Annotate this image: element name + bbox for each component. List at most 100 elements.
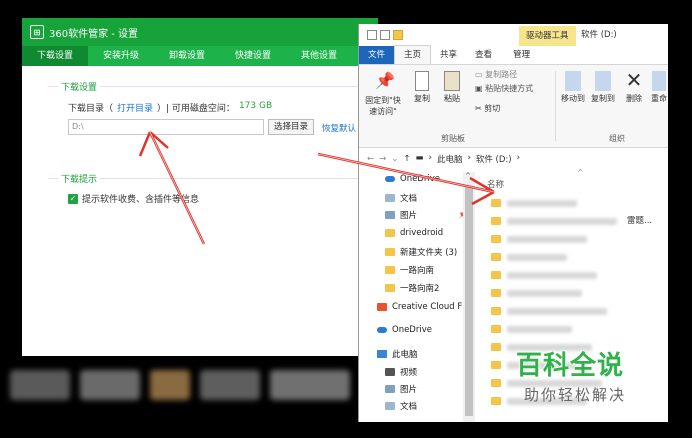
nav-label: 文档 — [400, 402, 418, 412]
tab-uninstall-settings[interactable]: 卸载设置 — [154, 46, 220, 66]
copy-to-icon — [595, 71, 611, 91]
back-icon[interactable]: ← — [367, 154, 374, 164]
nav-item-drivedroid[interactable]: drivedroid — [385, 228, 443, 238]
copy-button[interactable]: 复制 — [409, 71, 435, 104]
blur-chip — [10, 370, 70, 400]
choose-dir-button[interactable]: 选择目录 — [268, 119, 314, 135]
blurred-name — [507, 199, 577, 207]
clipboard-group-label: 剪贴板 — [441, 134, 465, 143]
computer-icon — [377, 350, 387, 358]
paste-icon — [444, 71, 460, 91]
nav-item-onedrive-root[interactable]: OneDrive — [377, 325, 432, 335]
copy-path-button[interactable]: ▭ 复制路径 — [475, 69, 517, 80]
nav-scroll-thumb[interactable] — [465, 186, 473, 416]
nav-label: 视频 — [400, 368, 418, 378]
ribbon-tabs: 文件 主页 共享 查看 管理 — [359, 45, 668, 64]
cut-label: 剪切 — [484, 104, 501, 113]
column-header-name[interactable]: 名称 — [487, 178, 504, 190]
folder-icon — [385, 248, 395, 256]
copy-path-label: 复制路径 — [485, 70, 518, 79]
paste-shortcut-button[interactable]: ▣ 粘贴快捷方式 — [475, 83, 533, 94]
list-item[interactable] — [491, 324, 651, 334]
nav-item-creative-cloud[interactable]: Creative Cloud F — [377, 302, 462, 312]
folder-icon — [491, 217, 501, 225]
window-title: 360软件管家 - 设置 — [49, 28, 139, 40]
tab-share[interactable]: 共享 — [431, 46, 466, 64]
quick-access-toolbar — [359, 30, 403, 40]
open-dir-link[interactable]: 打开目录 — [117, 101, 153, 114]
nav-item-documents[interactable]: 文档 — [385, 192, 417, 204]
blurred-strip — [10, 366, 360, 406]
nav-item-pictures-pc[interactable]: 图片 — [385, 383, 417, 395]
address-bar[interactable]: ← → ⌄ ↑ ▬ › 此电脑 › 软件 (D:) › — [359, 148, 668, 170]
cut-button[interactable]: ✂ 剪切 — [475, 103, 500, 114]
breadcrumb-drive[interactable]: 软件 (D:) — [476, 153, 512, 165]
tips-checkbox-row[interactable]: ✓ 提示软件收费、含插件等信息 — [68, 192, 199, 205]
pin-quick-access-button[interactable]: 📌 固定到"快 速访问" — [365, 71, 401, 117]
folder-icon — [491, 289, 501, 297]
navigation-pane: OneDrive 文档 图片📌 drivedroid 新建文件夹 (3) 一路向… — [359, 172, 469, 422]
list-item[interactable] — [491, 234, 651, 244]
breadcrumb-separator: › — [428, 153, 432, 163]
blur-chip — [150, 370, 190, 400]
tab-home[interactable]: 主页 — [394, 45, 432, 64]
delete-label: 删除 — [626, 94, 642, 103]
new-folder-icon[interactable] — [393, 30, 403, 40]
move-to-button[interactable]: 移动到 — [559, 71, 587, 104]
properties-icon[interactable] — [380, 30, 390, 40]
restore-default-link[interactable]: 恢复默认 — [322, 122, 356, 134]
tab-other-settings[interactable]: 其他设置 — [286, 46, 352, 66]
folder-icon — [491, 253, 501, 261]
nav-item-onedrive[interactable]: OneDrive — [385, 174, 440, 184]
checkbox-checked-icon[interactable]: ✓ — [68, 193, 78, 204]
scroll-up-icon[interactable]: ^ — [465, 172, 471, 180]
tips-section-title: 下载提示 — [58, 172, 101, 185]
nav-scrollbar[interactable]: ^ — [463, 172, 475, 422]
nav-item-videos[interactable]: 视频 — [385, 366, 417, 378]
nav-item-new-folder-3[interactable]: 新建文件夹 (3) — [385, 246, 457, 258]
nav-item-documents-pc[interactable]: 文档 — [385, 400, 417, 412]
chevron-down-icon[interactable]: ⌄ — [391, 154, 398, 164]
tab-file[interactable]: 文件 — [359, 46, 395, 64]
tab-manage[interactable]: 管理 — [501, 46, 542, 64]
save-icon[interactable] — [367, 30, 377, 40]
download-path-field[interactable]: D:\ — [68, 119, 264, 135]
paste-button[interactable]: 粘贴 — [439, 71, 465, 104]
folder-icon — [385, 229, 395, 237]
rename-button[interactable]: 重命 — [649, 71, 668, 104]
list-item[interactable] — [491, 252, 651, 262]
list-item[interactable] — [491, 270, 651, 280]
video-icon — [385, 368, 395, 376]
list-item[interactable] — [491, 288, 651, 298]
tips-checkbox-label: 提示软件收费、含插件等信息 — [82, 195, 200, 205]
nav-label: 一路向南 — [400, 266, 435, 276]
nav-item-pictures[interactable]: 图片📌 — [385, 209, 469, 221]
tab-install-upgrade[interactable]: 安装升级 — [88, 46, 154, 66]
move-to-icon — [565, 71, 581, 91]
nav-label: 一路向南2 — [400, 284, 440, 294]
ribbon: 📌 固定到"快 速访问" 复制 粘贴 ▭ 复制路径 ▣ 粘贴快捷方式 ✂ 剪切 … — [359, 64, 668, 148]
nav-item-yilu-xiangnan-2[interactable]: 一路向南2 — [385, 282, 439, 294]
up-icon[interactable]: ↑ — [403, 154, 410, 164]
nav-label: 新建文件夹 (3) — [400, 248, 458, 258]
drive-tools-tab[interactable]: 驱动器工具 — [519, 26, 576, 46]
list-item[interactable] — [491, 198, 651, 208]
folder-icon — [491, 397, 501, 405]
nav-item-this-pc[interactable]: 此电脑 — [377, 348, 418, 360]
blurred-name — [507, 217, 617, 225]
nav-item-yilu-xiangnan[interactable]: 一路向南 — [385, 264, 434, 276]
breadcrumb-this-pc[interactable]: 此电脑 — [437, 153, 463, 165]
tab-view[interactable]: 查看 — [466, 46, 501, 64]
tab-shortcut-settings[interactable]: 快捷设置 — [220, 46, 286, 66]
app-logo-icon: ⊞ — [30, 25, 44, 39]
copy-to-button[interactable]: 复制到 — [589, 71, 617, 104]
breadcrumb-separator: › — [516, 153, 521, 163]
delete-button[interactable]: ✕ 删除 — [623, 69, 645, 104]
list-item[interactable] — [491, 306, 651, 316]
cloud-icon — [377, 327, 387, 333]
nav-label: 文档 — [400, 194, 418, 204]
truncated-name: 雷题... — [627, 216, 653, 226]
documents-icon — [385, 194, 395, 202]
forward-icon[interactable]: → — [379, 154, 386, 164]
tab-download-settings[interactable]: 下载设置 — [22, 46, 88, 66]
